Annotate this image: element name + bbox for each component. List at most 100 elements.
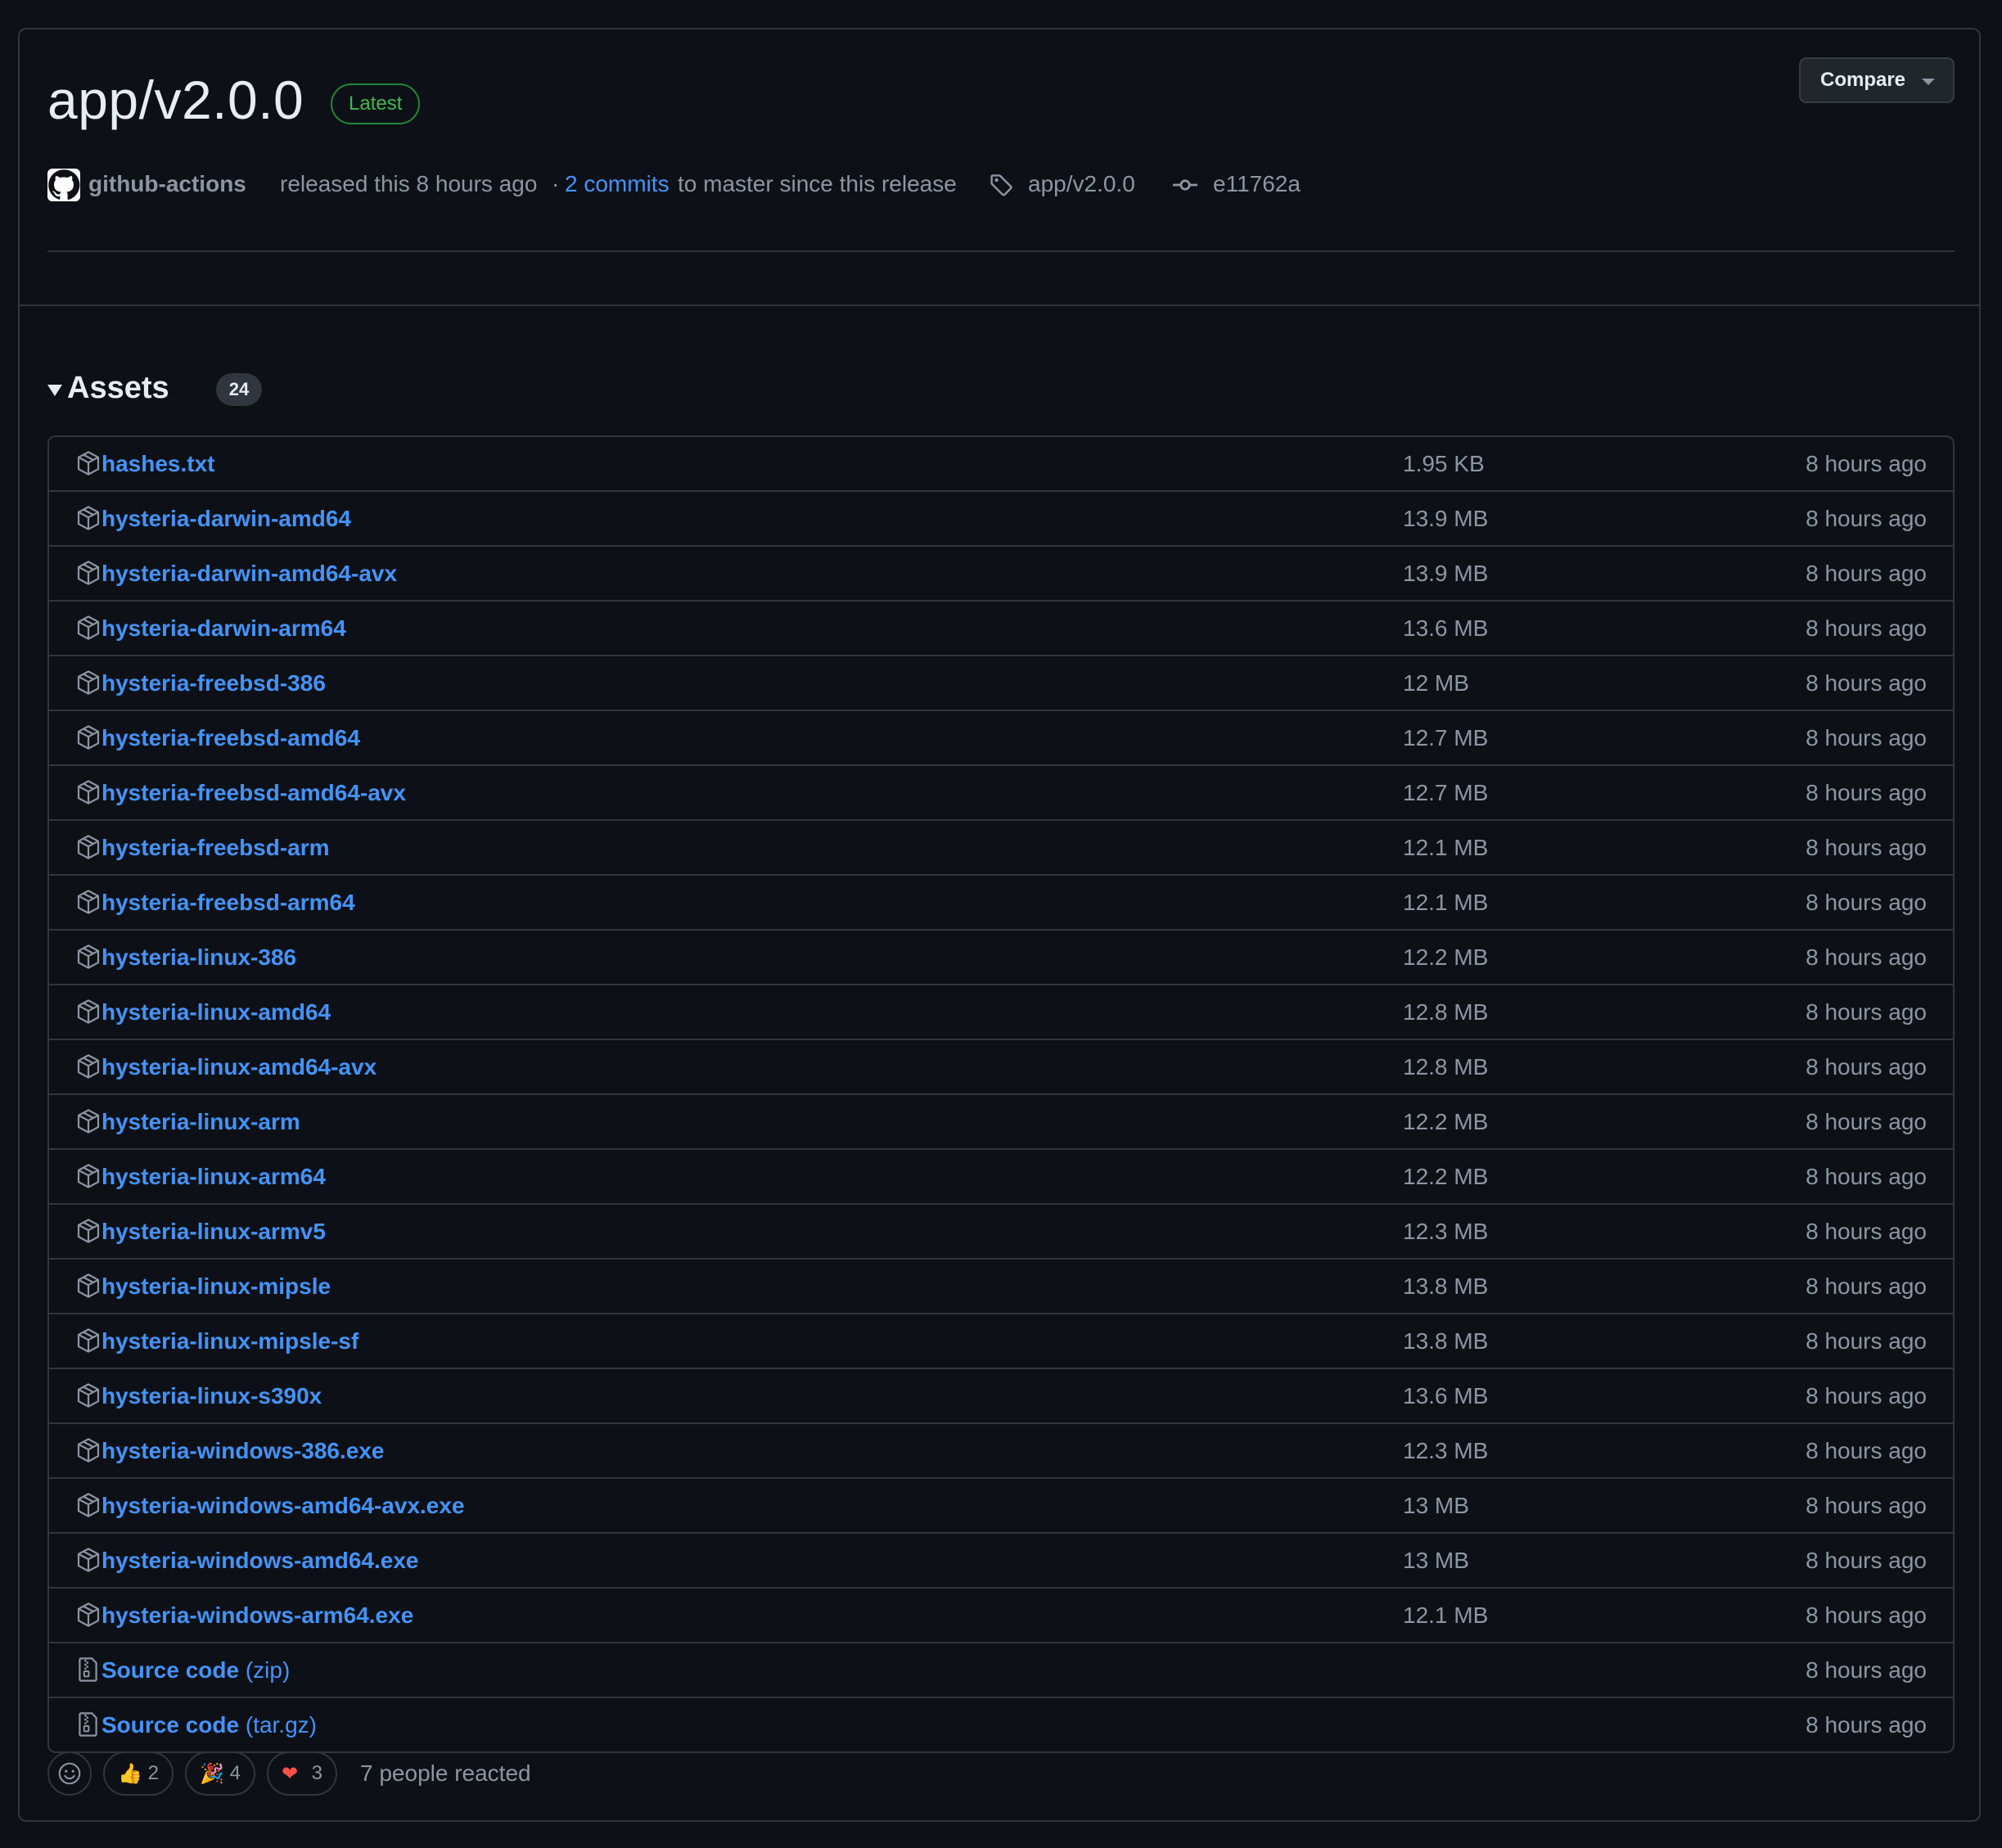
asset-row: hysteria-freebsd-amd64-avx 12.7 MB 8 hours… bbox=[49, 764, 1953, 819]
asset-size: 12.7 MB bbox=[1403, 780, 1489, 805]
asset-date: 8 hours ago bbox=[1806, 506, 1927, 531]
package-icon bbox=[75, 1053, 101, 1080]
package-icon bbox=[75, 889, 101, 915]
asset-download-link[interactable]: hysteria-windows-arm64.exe bbox=[101, 1589, 413, 1643]
asset-download-link[interactable]: hysteria-freebsd-arm bbox=[101, 821, 330, 875]
asset-download-link[interactable]: hysteria-darwin-amd64 bbox=[101, 492, 351, 546]
asset-row: hysteria-freebsd-amd64 12.7 MB 8 hours ago bbox=[49, 710, 1953, 764]
asset-row: hysteria-freebsd-arm 12.1 MB 8 hours ago bbox=[49, 819, 1953, 874]
asset-download-link[interactable]: hysteria-windows-amd64-avx.exe bbox=[101, 1479, 465, 1533]
asset-download-link[interactable]: hysteria-freebsd-arm64 bbox=[101, 876, 355, 930]
package-icon bbox=[75, 615, 101, 641]
asset-size: 12.1 MB bbox=[1403, 835, 1489, 860]
asset-size: 13.8 MB bbox=[1403, 1273, 1489, 1299]
asset-date: 8 hours ago bbox=[1806, 725, 1927, 750]
asset-size: 13.8 MB bbox=[1403, 1328, 1489, 1354]
asset-download-link[interactable]: hysteria-freebsd-amd64-avx bbox=[101, 766, 406, 820]
asset-row: hysteria-linux-mipsle-sf 13.8 MB 8 hours a… bbox=[49, 1313, 1953, 1368]
asset-row: hysteria-darwin-arm64 13.6 MB 8 hours ago bbox=[49, 600, 1953, 655]
asset-row: hashes.txt 1.95 KB 8 hours ago bbox=[49, 437, 1953, 490]
asset-size: 12.8 MB bbox=[1403, 1054, 1489, 1080]
asset-date: 8 hours ago bbox=[1806, 1054, 1927, 1080]
asset-size: 12.8 MB bbox=[1403, 999, 1489, 1025]
asset-size: 12 MB bbox=[1403, 670, 1469, 696]
asset-size: 12.2 MB bbox=[1403, 944, 1489, 970]
assets-heading: Assets bbox=[67, 371, 169, 405]
package-icon bbox=[75, 1492, 101, 1518]
reaction-hooray-button[interactable]: 🎉 4 bbox=[185, 1751, 255, 1796]
asset-date: 8 hours ago bbox=[1806, 780, 1927, 805]
asset-download-link[interactable]: hysteria-darwin-arm64 bbox=[101, 602, 346, 656]
heart-icon: ❤ bbox=[282, 1763, 299, 1785]
commit-sha-link[interactable]: e11762a bbox=[1213, 165, 1301, 203]
asset-download-link[interactable]: hysteria-linux-mipsle bbox=[101, 1260, 331, 1314]
source-code-label: Source code bbox=[101, 1712, 240, 1738]
source-code-format: (zip) bbox=[245, 1657, 291, 1683]
asset-download-link[interactable]: hysteria-linux-armv5 bbox=[101, 1205, 326, 1259]
asset-date: 8 hours ago bbox=[1806, 1164, 1927, 1189]
asset-row: hysteria-freebsd-arm64 12.1 MB 8 hours ago bbox=[49, 874, 1953, 929]
asset-download-link[interactable]: hysteria-windows-amd64.exe bbox=[101, 1534, 418, 1588]
package-icon bbox=[75, 450, 101, 476]
source-code-row: Source code (tar.gz) 8 hours ago bbox=[49, 1697, 1953, 1751]
package-icon bbox=[75, 1218, 101, 1244]
asset-row: hysteria-linux-amd64 12.8 MB 8 hours ago bbox=[49, 984, 1953, 1039]
reaction-count: 4 bbox=[229, 1762, 241, 1784]
package-icon bbox=[75, 669, 101, 696]
add-reaction-button[interactable] bbox=[47, 1751, 92, 1796]
asset-download-link[interactable]: hysteria-linux-amd64-avx bbox=[101, 1040, 377, 1094]
asset-download-link[interactable]: hysteria-linux-s390x bbox=[101, 1369, 322, 1423]
asset-row: hysteria-linux-arm 12.2 MB 8 hours ago bbox=[49, 1093, 1953, 1148]
asset-row: hysteria-windows-386.exe 12.3 MB 8 hours a… bbox=[49, 1422, 1953, 1477]
source-code-label: Source code bbox=[101, 1657, 240, 1683]
asset-row: hysteria-linux-mipsle 13.8 MB 8 hours ago bbox=[49, 1258, 1953, 1313]
package-icon bbox=[75, 1108, 101, 1134]
avatar[interactable] bbox=[47, 169, 80, 201]
asset-date: 8 hours ago bbox=[1806, 1273, 1927, 1299]
asset-download-link[interactable]: hysteria-freebsd-amd64 bbox=[101, 711, 360, 765]
commits-link[interactable]: 2 commits bbox=[565, 165, 670, 203]
asset-size: 12.1 MB bbox=[1403, 1602, 1489, 1628]
asset-download-link[interactable]: hysteria-linux-mipsle-sf bbox=[101, 1314, 358, 1368]
reactions-summary[interactable]: 7 people reacted bbox=[360, 1751, 531, 1796]
source-code-row: Source code (zip) 8 hours ago bbox=[49, 1642, 1953, 1697]
asset-download-link[interactable]: hysteria-windows-386.exe bbox=[101, 1424, 384, 1478]
asset-row: hysteria-freebsd-386 12 MB 8 hours ago bbox=[49, 655, 1953, 710]
package-icon bbox=[75, 1163, 101, 1189]
reaction-thumbs-up-button[interactable]: 👍 2 bbox=[103, 1751, 174, 1796]
asset-size: 12.2 MB bbox=[1403, 1164, 1489, 1189]
asset-download-link[interactable]: hysteria-darwin-amd64-avx bbox=[101, 547, 397, 601]
package-icon bbox=[75, 724, 101, 750]
asset-row: hysteria-linux-arm64 12.2 MB 8 hours ago bbox=[49, 1148, 1953, 1203]
assets-count-badge: 24 bbox=[216, 373, 262, 406]
asset-size: 12.1 MB bbox=[1403, 890, 1489, 915]
file-zip-icon bbox=[75, 1711, 101, 1738]
asset-row: hysteria-darwin-amd64-avx 13.9 MB 8 hours … bbox=[49, 545, 1953, 600]
asset-date: 8 hours ago bbox=[1806, 999, 1927, 1025]
asset-size: 12.2 MB bbox=[1403, 1109, 1489, 1134]
tag-link[interactable]: app/v2.0.0 bbox=[1028, 165, 1135, 203]
asset-date: 8 hours ago bbox=[1806, 1602, 1927, 1628]
asset-download-link[interactable]: hashes.txt bbox=[101, 437, 215, 491]
asset-date: 8 hours ago bbox=[1806, 670, 1927, 696]
asset-download-link[interactable]: hysteria-freebsd-386 bbox=[101, 656, 326, 710]
package-icon bbox=[75, 1437, 101, 1463]
asset-date: 8 hours ago bbox=[1806, 1109, 1927, 1134]
asset-date: 8 hours ago bbox=[1806, 944, 1927, 970]
asset-download-link[interactable]: hysteria-linux-arm64 bbox=[101, 1150, 326, 1204]
asset-size: 13 MB bbox=[1403, 1548, 1469, 1573]
asset-size: 13.6 MB bbox=[1403, 1383, 1489, 1409]
actor-link[interactable]: github-actions bbox=[88, 165, 246, 203]
source-code-link[interactable]: Source code (zip) bbox=[101, 1643, 290, 1697]
compare-button[interactable]: Compare bbox=[1799, 57, 1955, 103]
github-mark-icon bbox=[48, 169, 80, 201]
asset-download-link[interactable]: hysteria-linux-arm bbox=[101, 1095, 300, 1149]
reaction-heart-button[interactable]: ❤ 3 bbox=[267, 1751, 337, 1796]
asset-date: 8 hours ago bbox=[1806, 835, 1927, 860]
release-title[interactable]: app/v2.0.0 bbox=[47, 69, 304, 131]
source-code-link[interactable]: Source code (tar.gz) bbox=[101, 1698, 317, 1752]
chevron-down-icon bbox=[1922, 79, 1935, 85]
package-icon bbox=[75, 1382, 101, 1409]
asset-download-link[interactable]: hysteria-linux-amd64 bbox=[101, 985, 331, 1039]
asset-download-link[interactable]: hysteria-linux-386 bbox=[101, 931, 296, 985]
